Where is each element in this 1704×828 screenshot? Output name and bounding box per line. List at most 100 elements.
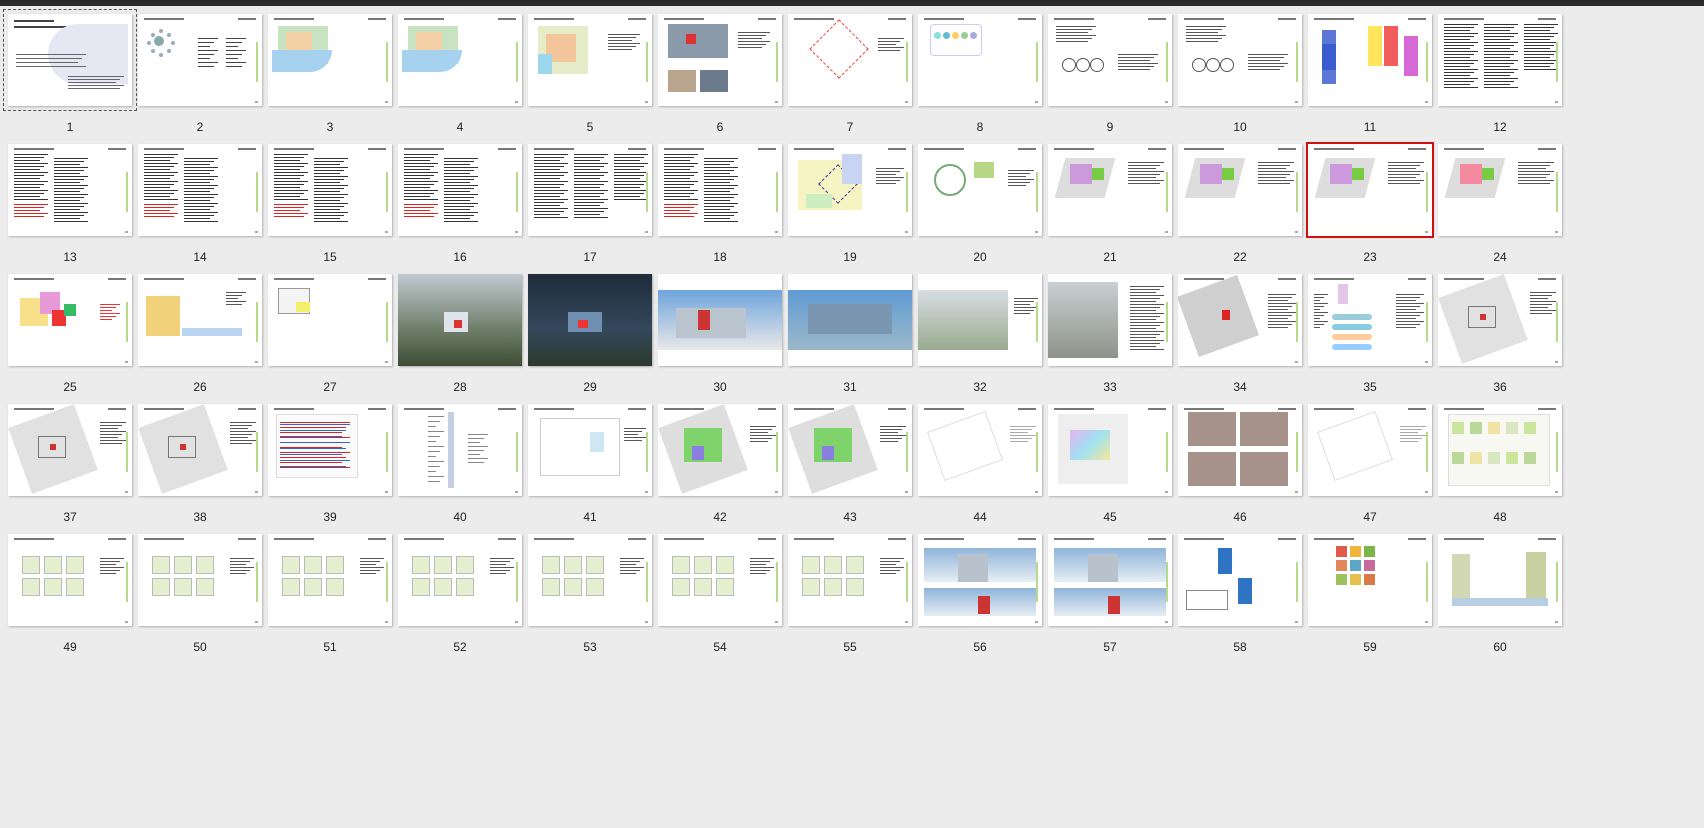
slide-thumbnail-cell[interactable]: 46 — [1170, 396, 1310, 524]
slide-thumbnail[interactable] — [1178, 404, 1302, 496]
slide-thumbnail[interactable] — [8, 404, 132, 496]
slide-thumbnail[interactable] — [1306, 142, 1434, 238]
slide-thumbnail-cell[interactable]: 4 — [390, 6, 530, 134]
slide-thumbnail-cell[interactable]: 18 — [650, 136, 790, 264]
slide-thumbnail-cell[interactable]: 49 — [0, 526, 140, 654]
slide-thumbnail-cell[interactable]: 23 — [1300, 136, 1440, 264]
slide-thumbnail[interactable] — [918, 144, 1042, 236]
slide-thumbnail[interactable] — [3, 9, 137, 111]
slide-thumbnail[interactable] — [398, 404, 522, 496]
slide-thumbnail-cell[interactable]: 27 — [260, 266, 400, 394]
slide-thumbnail[interactable] — [1048, 274, 1172, 366]
slide-thumbnail-cell[interactable]: 3 — [260, 6, 400, 134]
slide-thumbnail-cell[interactable]: 8 — [910, 6, 1050, 134]
slide-thumbnail-cell[interactable]: 25 — [0, 266, 140, 394]
slide-thumbnail-cell[interactable]: 52 — [390, 526, 530, 654]
slide-thumbnail[interactable] — [658, 144, 782, 236]
slide-thumbnail[interactable] — [1178, 534, 1302, 626]
slide-thumbnail[interactable] — [918, 274, 1042, 366]
slide-thumbnail[interactable] — [1178, 144, 1302, 236]
slide-thumbnail[interactable] — [8, 274, 132, 366]
slide-thumbnail-cell[interactable]: 57 — [1040, 526, 1180, 654]
slide-thumbnail[interactable] — [788, 404, 912, 496]
slide-thumbnail[interactable] — [1438, 404, 1562, 496]
slide-thumbnail[interactable] — [1048, 14, 1172, 106]
slide-thumbnail-cell[interactable]: 26 — [130, 266, 270, 394]
slide-thumbnail[interactable] — [398, 274, 522, 366]
slide-thumbnail[interactable] — [268, 404, 392, 496]
slide-thumbnail-cell[interactable]: 9 — [1040, 6, 1180, 134]
slide-thumbnail[interactable] — [918, 14, 1042, 106]
slide-thumbnail[interactable] — [658, 274, 782, 366]
slide-thumbnail[interactable] — [1438, 534, 1562, 626]
slide-thumbnail[interactable] — [528, 274, 652, 366]
slide-thumbnail[interactable] — [268, 534, 392, 626]
slide-thumbnail[interactable] — [528, 534, 652, 626]
slide-thumbnail-cell[interactable]: 21 — [1040, 136, 1180, 264]
slide-thumbnail[interactable] — [268, 144, 392, 236]
slide-thumbnail[interactable] — [658, 404, 782, 496]
slide-thumbnail[interactable] — [398, 144, 522, 236]
slide-thumbnail-cell[interactable]: 14 — [130, 136, 270, 264]
slide-thumbnail[interactable] — [138, 14, 262, 106]
slide-thumbnail-cell[interactable]: 43 — [780, 396, 920, 524]
slide-thumbnail-cell[interactable]: 36 — [1430, 266, 1570, 394]
slide-thumbnail-cell[interactable]: 48 — [1430, 396, 1570, 524]
slide-thumbnail[interactable] — [1178, 274, 1302, 366]
slide-thumbnail-cell[interactable]: 19 — [780, 136, 920, 264]
slide-thumbnail-cell[interactable]: 32 — [910, 266, 1050, 394]
slide-thumbnail[interactable] — [1308, 14, 1432, 106]
slide-thumbnail-cell[interactable]: 31 — [780, 266, 920, 394]
slide-thumbnail-cell[interactable]: 44 — [910, 396, 1050, 524]
slide-thumbnail-cell[interactable]: 41 — [520, 396, 660, 524]
slide-thumbnail-cell[interactable]: 29 — [520, 266, 660, 394]
slide-thumbnail-cell[interactable]: 24 — [1430, 136, 1570, 264]
slide-thumbnail[interactable] — [1048, 534, 1172, 626]
slide-thumbnail-cell[interactable]: 55 — [780, 526, 920, 654]
slide-thumbnail[interactable] — [1438, 144, 1562, 236]
slide-thumbnail-cell[interactable]: 53 — [520, 526, 660, 654]
slide-thumbnail-cell[interactable]: 22 — [1170, 136, 1310, 264]
slide-thumbnail-cell[interactable]: 51 — [260, 526, 400, 654]
slide-thumbnail[interactable] — [1048, 404, 1172, 496]
slide-thumbnail[interactable] — [138, 274, 262, 366]
slide-thumbnail-cell[interactable]: 10 — [1170, 6, 1310, 134]
slide-thumbnail-cell[interactable]: 39 — [260, 396, 400, 524]
slide-thumbnail-cell[interactable]: 13 — [0, 136, 140, 264]
slide-thumbnail[interactable] — [528, 404, 652, 496]
slide-thumbnail-cell[interactable]: 6 — [650, 6, 790, 134]
slide-thumbnail-cell[interactable]: 28 — [390, 266, 530, 394]
slide-thumbnail-cell[interactable]: 42 — [650, 396, 790, 524]
slide-thumbnail-cell[interactable]: 33 — [1040, 266, 1180, 394]
slide-thumbnail[interactable] — [138, 404, 262, 496]
slide-thumbnail-cell[interactable]: 59 — [1300, 526, 1440, 654]
slide-thumbnail-cell[interactable]: 60 — [1430, 526, 1570, 654]
slide-thumbnail[interactable] — [788, 14, 912, 106]
slide-thumbnail[interactable] — [528, 14, 652, 106]
slide-thumbnail-cell[interactable]: 17 — [520, 136, 660, 264]
slide-thumbnail-cell[interactable]: 12 — [1430, 6, 1570, 134]
slide-thumbnail-cell[interactable]: 2 — [130, 6, 270, 134]
slide-thumbnail-cell[interactable]: 38 — [130, 396, 270, 524]
slide-thumbnail[interactable] — [268, 274, 392, 366]
slide-thumbnail[interactable] — [918, 534, 1042, 626]
slide-thumbnail[interactable] — [658, 534, 782, 626]
slide-thumbnail[interactable] — [1308, 534, 1432, 626]
slide-thumbnail[interactable] — [1308, 404, 1432, 496]
slide-thumbnail-cell[interactable]: 56 — [910, 526, 1050, 654]
slide-thumbnail-cell[interactable]: 30 — [650, 266, 790, 394]
slide-thumbnail-cell[interactable]: 35 — [1300, 266, 1440, 394]
slide-thumbnail-cell[interactable]: 40 — [390, 396, 530, 524]
slide-thumbnail[interactable] — [918, 404, 1042, 496]
slide-thumbnail-cell[interactable]: 47 — [1300, 396, 1440, 524]
slide-thumbnail[interactable] — [788, 144, 912, 236]
slide-thumbnail-cell[interactable]: 34 — [1170, 266, 1310, 394]
slide-thumbnail[interactable] — [528, 144, 652, 236]
slide-thumbnail-cell[interactable]: 58 — [1170, 526, 1310, 654]
slide-thumbnail-cell[interactable]: 50 — [130, 526, 270, 654]
slide-thumbnail[interactable] — [1048, 144, 1172, 236]
slide-thumbnail[interactable] — [398, 14, 522, 106]
slide-thumbnail[interactable] — [1308, 274, 1432, 366]
slide-thumbnail-cell[interactable]: 37 — [0, 396, 140, 524]
slide-thumbnail-cell[interactable]: 1 — [0, 6, 140, 134]
